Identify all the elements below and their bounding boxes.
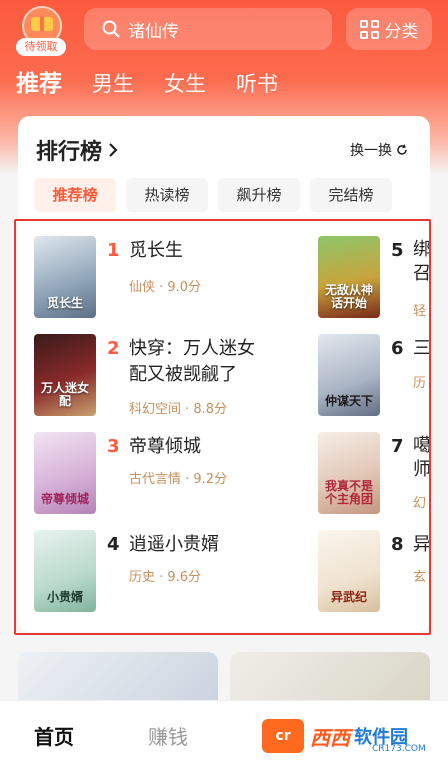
refresh-button[interactable]: 换一换 <box>350 140 408 160</box>
book-rank: 4 <box>107 534 120 555</box>
book-cover: 我真不是个主角团 <box>318 432 380 514</box>
tab-female[interactable]: 女生 <box>164 68 206 98</box>
book-meta: 幻 <box>413 496 427 511</box>
book-item[interactable]: 无敌从神话开始 5 绑召 轻 <box>318 236 430 319</box>
book-meta: 玄 <box>413 570 427 585</box>
top-tabs: 推荐 男生 女生 听书 <box>16 64 308 98</box>
book-rank: 3 <box>107 436 120 457</box>
book-item[interactable]: 万人迷女配 2 快穿：万人迷女配又被觊觎了 科幻空间 · 8.8分 <box>34 334 304 417</box>
watermark-sub: CR173.COM <box>372 744 426 754</box>
ranking-title[interactable]: 排行榜 <box>36 134 118 166</box>
refresh-icon <box>397 144 407 155</box>
book-rank: 7 <box>391 436 404 457</box>
book-title: 噶师 <box>413 435 430 480</box>
chevron-right-icon <box>109 143 118 157</box>
book-cover: 帝尊倾城 <box>34 432 96 514</box>
category-button[interactable]: 分类 <box>346 8 432 50</box>
search-placeholder: 诸仙传 <box>128 21 179 42</box>
book-cover: 仲谋天下 <box>318 334 380 416</box>
book-title: 帝尊倾城 <box>129 436 201 457</box>
book-meta: 仙侠 · 9.0分 <box>129 280 202 295</box>
nav-earn[interactable]: 赚钱 <box>148 721 188 750</box>
ranking-title-text: 排行榜 <box>36 140 103 165</box>
book-item[interactable]: 小贵婿 4 逍遥小贵婿 历史 · 9.6分 <box>34 530 304 612</box>
book-title: 绑召 <box>413 239 430 284</box>
watermark-logo: cr <box>262 719 304 753</box>
book-rank: 5 <box>391 240 404 261</box>
book-rank: 8 <box>391 534 404 555</box>
gift-tag: 待领取 <box>16 38 66 56</box>
ranking-list: 觅长生 1 觅长生 仙侠 · 9.0分 万人迷女配 2 快穿：万人迷女配又被觊觎… <box>34 236 430 616</box>
watermark-brand: 西西 <box>310 725 350 750</box>
book-cover: 小贵婿 <box>34 530 96 612</box>
subtab-rising[interactable]: 飙升榜 <box>218 178 300 212</box>
book-meta: 古代言情 · 9.2分 <box>129 472 228 487</box>
ranking-subtabs: 推荐榜 热读榜 飙升榜 完结榜 <box>34 178 402 212</box>
search-bar[interactable]: 诸仙传 <box>84 8 332 50</box>
book-title: 异 <box>413 534 430 555</box>
book-item[interactable]: 仲谋天下 6 三 历 <box>318 334 430 416</box>
tab-male[interactable]: 男生 <box>92 68 134 98</box>
book-item[interactable]: 我真不是个主角团 7 噶师 幻 <box>318 432 430 514</box>
book-meta: 历史 · 9.6分 <box>129 570 202 585</box>
nav-home[interactable]: 首页 <box>34 721 74 750</box>
subtab-recommend[interactable]: 推荐榜 <box>34 178 116 212</box>
book-cover: 觅长生 <box>34 236 96 318</box>
book-item[interactable]: 异武纪 8 异 玄 <box>318 530 430 612</box>
category-label: 分类 <box>384 21 419 42</box>
grid-icon <box>359 19 379 39</box>
book-item[interactable]: 觅长生 1 觅长生 仙侠 · 9.0分 <box>34 236 304 318</box>
book-item[interactable]: 帝尊倾城 3 帝尊倾城 古代言情 · 9.2分 <box>34 432 304 514</box>
book-rank: 1 <box>107 240 120 261</box>
search-icon <box>102 20 120 38</box>
book-cover: 万人迷女配 <box>34 334 96 416</box>
book-title: 觅长生 <box>129 240 183 261</box>
tab-recommend[interactable]: 推荐 <box>16 64 62 98</box>
subtab-hot[interactable]: 热读榜 <box>126 178 208 212</box>
refresh-label: 换一换 <box>350 143 392 159</box>
tab-audiobook[interactable]: 听书 <box>236 68 278 98</box>
book-cover: 无敌从神话开始 <box>318 236 380 318</box>
book-title: 三 <box>413 338 430 359</box>
book-meta: 历 <box>413 376 427 391</box>
book-cover: 异武纪 <box>318 530 380 612</box>
watermark: cr 西西 软件园 CR173.COM <box>252 712 438 760</box>
book-title: 逍遥小贵婿 <box>129 534 219 555</box>
book-meta: 轻 <box>413 304 427 319</box>
book-title: 快穿：万人迷女配又被觊觎了 <box>129 338 255 385</box>
subtab-finished[interactable]: 完结榜 <box>310 178 392 212</box>
gift-button[interactable]: 待领取 <box>16 6 70 56</box>
book-meta: 科幻空间 · 8.8分 <box>129 402 228 417</box>
book-rank: 6 <box>391 338 404 359</box>
book-rank: 2 <box>107 338 120 359</box>
